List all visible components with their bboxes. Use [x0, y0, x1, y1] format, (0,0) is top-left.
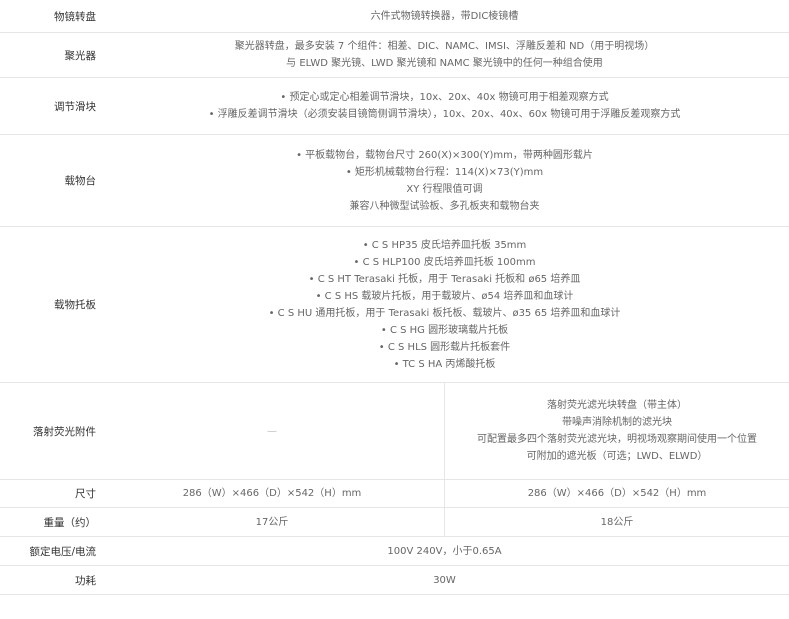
spec-table: 物镜转盘 六件式物镜转换器，带DIC棱镜槽 聚光器 聚光器转盘，最多安装 7 个…	[0, 0, 789, 595]
value-line: 可配置最多四个落射荧光滤光块，明视场观察期间使用一个位置	[477, 434, 757, 445]
row-label: 聚光器	[64, 49, 97, 62]
value-line: • 平板载物台，载物台尺寸 260(X)×300(Y)mm，带两种圆形载片	[296, 149, 593, 161]
spec-row-nosepiece: 物镜转盘 六件式物镜转换器，带DIC棱镜槽	[0, 0, 789, 33]
row-label: 物镜转盘	[54, 10, 96, 23]
spec-row-weight: 重量（约） 17公斤 18公斤	[0, 508, 789, 537]
value-line: • C S HU 通用托板，用于 Terasaki 板托板、载玻片、ø35 65…	[268, 307, 621, 319]
right-value: 286（W）×466（D）×542（H）mm	[444, 480, 789, 507]
value-line: 可附加的遮光板（可选；LWD、ELWD）	[526, 451, 708, 462]
row-value: • C S HP35 皮氏培养皿托板 35mm • C S HLP100 皮氏培…	[100, 227, 789, 382]
value-line: 286（W）×466（D）×542（H）mm	[182, 488, 362, 499]
value-line: • C S HLS 圆形载片托板套件	[378, 341, 511, 353]
right-value: 18公斤	[444, 508, 789, 536]
row-value: • 平板载物台，载物台尺寸 260(X)×300(Y)mm，带两种圆形载片 • …	[100, 135, 789, 226]
value-line: • TC S HA 丙烯酸托板	[393, 358, 496, 370]
row-value: 30W	[100, 566, 789, 594]
value-line: 带噪声消除机制的滤光块	[562, 417, 672, 428]
split-values: 286（W）×466（D）×542（H）mm 286（W）×466（D）×542…	[100, 480, 789, 507]
value-line: 与 ELWD 聚光镜、LWD 聚光镜和 NAMC 聚光镜中的任何一种组合使用	[286, 58, 603, 69]
row-value: • 预定心或定心相差调节滑块，10x、20x、40x 物镜可用于相差观察方式 •…	[100, 78, 789, 134]
split-values: 17公斤 18公斤	[100, 508, 789, 536]
value-line: 落射荧光滤光块转盘（带主体）	[547, 400, 687, 411]
row-label: 载物台	[64, 175, 97, 187]
row-label: 重量（约）	[43, 516, 97, 529]
spec-row-power: 功耗 30W	[0, 566, 789, 595]
left-value: 17公斤	[100, 508, 444, 536]
spec-row-sliders: 调节滑块 • 预定心或定心相差调节滑块，10x、20x、40x 物镜可用于相差观…	[0, 78, 789, 135]
value-line: • 预定心或定心相差调节滑块，10x、20x、40x 物镜可用于相差观察方式	[280, 92, 609, 103]
value-line: 17公斤	[255, 516, 289, 528]
value-line: 30W	[433, 574, 456, 586]
value-line: • C S HG 圆形玻璃载片托板	[380, 324, 509, 336]
row-label: 调节滑块	[54, 100, 96, 113]
value-line: 聚光器转盘，最多安装 7 个组件：相差、DIC、NAMC、IMSI、浮雕反差和 …	[234, 41, 655, 52]
row-value: 100V 240V，小于0.65A	[100, 537, 789, 565]
left-value: 286（W）×466（D）×542（H）mm	[100, 480, 444, 507]
value-line: 18公斤	[600, 516, 634, 528]
value-line: • 浮雕反差调节滑块（必须安装目镜筒侧调节滑块），10x、20x、40x、60x…	[208, 109, 681, 120]
spec-row-rated-voltage: 额定电压/电流 100V 240V，小于0.65A	[0, 537, 789, 566]
value-line: 六件式物镜转换器，带DIC棱镜槽	[370, 10, 519, 22]
row-label: 尺寸	[75, 488, 96, 500]
value-line: • 矩形机械载物台行程：114(X)×73(Y)mm	[345, 166, 544, 178]
value-line: —	[267, 425, 277, 437]
row-label: 功耗	[75, 574, 96, 587]
row-value: 聚光器转盘，最多安装 7 个组件：相差、DIC、NAMC、IMSI、浮雕反差和 …	[100, 33, 789, 77]
value-line: • C S HLP100 皮氏培养皿托板 100mm	[353, 256, 536, 268]
value-line: XY 行程限值可调	[406, 183, 483, 195]
right-value: 落射荧光滤光块转盘（带主体） 带噪声消除机制的滤光块 可配置最多四个落射荧光滤光…	[444, 383, 789, 479]
spec-row-stage: 载物台 • 平板载物台，载物台尺寸 260(X)×300(Y)mm，带两种圆形载…	[0, 135, 789, 227]
row-label: 载物托板	[54, 299, 96, 311]
spec-row-condenser: 聚光器 聚光器转盘，最多安装 7 个组件：相差、DIC、NAMC、IMSI、浮雕…	[0, 33, 789, 78]
spec-row-stage-holders: 载物托板 • C S HP35 皮氏培养皿托板 35mm • C S HLP10…	[0, 227, 789, 383]
row-value: 六件式物镜转换器，带DIC棱镜槽	[100, 0, 789, 32]
value-line: • C S HT Terasaki 托板，用于 Terasaki 托板和 ø65…	[308, 273, 581, 285]
split-values: — 落射荧光滤光块转盘（带主体） 带噪声消除机制的滤光块 可配置最多四个落射荧光…	[100, 383, 789, 479]
row-label: 落射荧光附件	[33, 425, 96, 438]
row-label: 额定电压/电流	[29, 545, 96, 558]
value-line: 286（W）×466（D）×542（H）mm	[527, 488, 707, 499]
value-line: • C S HP35 皮氏培养皿托板 35mm	[362, 239, 527, 251]
value-line: 兼容八种微型试验板、多孔板夹和载物台夹	[349, 200, 540, 212]
left-value: —	[100, 383, 444, 479]
spec-row-epi-fluorescence: 落射荧光附件 — 落射荧光滤光块转盘（带主体） 带噪声消除机制的滤光块 可配置最…	[0, 383, 789, 480]
spec-row-dimensions: 尺寸 286（W）×466（D）×542（H）mm 286（W）×466（D）×…	[0, 480, 789, 508]
value-line: 100V 240V，小于0.65A	[387, 545, 502, 557]
value-line: • C S HS 载玻片托板，用于载玻片、ø54 培养皿和血球计	[315, 290, 574, 302]
